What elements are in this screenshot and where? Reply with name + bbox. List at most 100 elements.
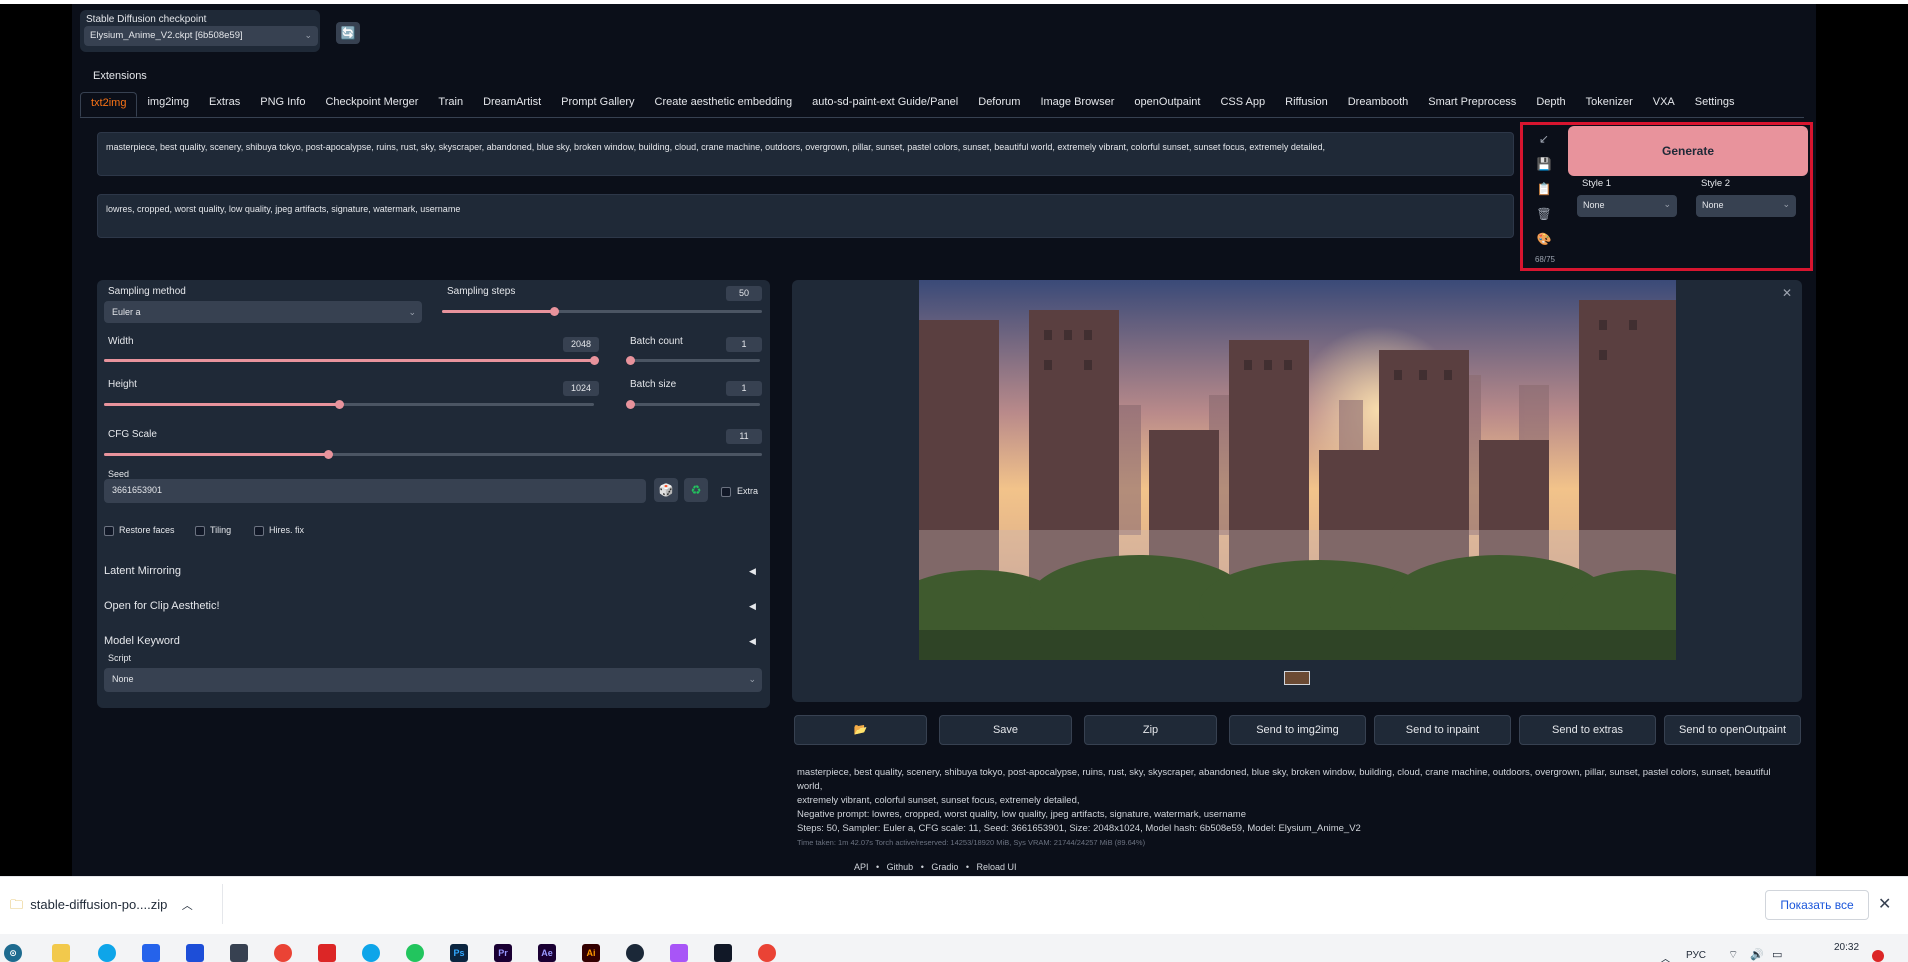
tab-txt2img[interactable]: txt2img bbox=[80, 92, 138, 117]
tab-image-browser[interactable]: Image Browser bbox=[1030, 92, 1124, 117]
seed-input[interactable]: 3661653901 bbox=[104, 479, 646, 503]
github-link[interactable]: Github bbox=[887, 862, 914, 872]
tab-prompt-gallery[interactable]: Prompt Gallery bbox=[551, 92, 644, 117]
image-thumbnail[interactable] bbox=[1284, 671, 1310, 685]
negative-prompt-input[interactable]: lowres, cropped, worst quality, low qual… bbox=[97, 194, 1514, 238]
close-image-icon[interactable]: ✕ bbox=[1782, 286, 1792, 300]
start-icon[interactable]: ⊙ bbox=[4, 944, 22, 962]
restore-faces-checkbox[interactable] bbox=[104, 526, 114, 536]
send-to-openoutpaint-button[interactable]: Send to openOutpaint bbox=[1664, 715, 1801, 745]
app-icon[interactable] bbox=[670, 944, 688, 962]
tab-dreambooth[interactable]: Dreambooth bbox=[1338, 92, 1419, 117]
sampling-steps-input[interactable]: 50 bbox=[726, 286, 762, 301]
height-input[interactable]: 1024 bbox=[563, 381, 599, 396]
width-input[interactable]: 2048 bbox=[563, 337, 599, 352]
reload-ui-link[interactable]: Reload UI bbox=[977, 862, 1017, 872]
generate-button[interactable]: Generate bbox=[1568, 126, 1808, 176]
model-keyword-accordion[interactable]: Model Keyword bbox=[104, 635, 180, 647]
calculator-icon[interactable] bbox=[186, 944, 204, 962]
batch-count-slider[interactable] bbox=[626, 356, 760, 365]
style2-dropdown[interactable]: None ⌄ bbox=[1696, 195, 1796, 217]
clock[interactable]: 20:32 bbox=[1834, 942, 1859, 953]
tab-checkpoint-merger[interactable]: Checkpoint Merger bbox=[315, 92, 428, 117]
send-to-img2img-button[interactable]: Send to img2img bbox=[1229, 715, 1366, 745]
zip-button[interactable]: Zip bbox=[1084, 715, 1217, 745]
tab-train[interactable]: Train bbox=[428, 92, 473, 117]
tab-vxa[interactable]: VXA bbox=[1643, 92, 1685, 117]
generation-info: masterpiece, best quality, scenery, shib… bbox=[797, 766, 1797, 850]
tab-create-aesthetic-embedding[interactable]: Create aesthetic embedding bbox=[645, 92, 803, 117]
tab-png-info[interactable]: PNG Info bbox=[250, 92, 315, 117]
file-explorer-icon[interactable] bbox=[52, 944, 70, 962]
script-value: None bbox=[112, 674, 134, 684]
height-slider[interactable] bbox=[104, 400, 594, 409]
gradio-link[interactable]: Gradio bbox=[931, 862, 958, 872]
tab-css-app[interactable]: CSS App bbox=[1210, 92, 1275, 117]
premiere-icon[interactable]: Pr bbox=[494, 944, 512, 962]
open-folder-button[interactable]: 📂 bbox=[794, 715, 927, 745]
close-download-bar-icon[interactable]: ✕ bbox=[1878, 894, 1891, 914]
chevron-up-icon[interactable]: ︿ bbox=[182, 900, 193, 912]
save-button[interactable]: Save bbox=[939, 715, 1072, 745]
notification-badge[interactable] bbox=[1872, 950, 1884, 962]
edge-icon[interactable] bbox=[98, 944, 116, 962]
checkpoint-dropdown[interactable]: Elysium_Anime_V2.ckpt [6b508e59] ⌄ bbox=[84, 26, 318, 46]
batch-count-input[interactable]: 1 bbox=[726, 337, 762, 352]
refresh-checkpoint-button[interactable]: 🔄 bbox=[336, 22, 360, 44]
width-slider[interactable] bbox=[104, 356, 599, 365]
generated-image[interactable] bbox=[919, 280, 1676, 660]
batch-size-input[interactable]: 1 bbox=[726, 381, 762, 396]
volume-icon[interactable]: 🔊 bbox=[1750, 948, 1764, 961]
clip-aesthetic-accordion[interactable]: Open for Clip Aesthetic! bbox=[104, 600, 220, 612]
sampling-method-dropdown[interactable]: Euler a ⌄ bbox=[104, 301, 422, 323]
steam-icon[interactable] bbox=[626, 944, 644, 962]
chrome-icon[interactable] bbox=[274, 944, 292, 962]
tab-riffusion[interactable]: Riffusion bbox=[1275, 92, 1338, 117]
telegram-icon[interactable] bbox=[362, 944, 380, 962]
battery-icon[interactable]: ▭ bbox=[1772, 948, 1782, 961]
prompt-input[interactable]: masterpiece, best quality, scenery, shib… bbox=[97, 132, 1514, 176]
sampling-steps-slider[interactable] bbox=[442, 307, 762, 316]
style1-dropdown[interactable]: None ⌄ bbox=[1577, 195, 1677, 217]
language-indicator[interactable]: РУС bbox=[1686, 950, 1706, 961]
tab-tokenizer[interactable]: Tokenizer bbox=[1576, 92, 1643, 117]
download-item[interactable]: 🗀 stable-diffusion-po....zip ︿ bbox=[10, 896, 193, 918]
cfg-scale-slider[interactable] bbox=[104, 450, 762, 459]
app-icon[interactable] bbox=[230, 944, 248, 962]
app-icon[interactable] bbox=[318, 944, 336, 962]
cfg-scale-input[interactable]: 11 bbox=[726, 429, 762, 444]
collapse-triangle-icon[interactable]: ◀ bbox=[749, 636, 756, 647]
wifi-icon[interactable]: ⌔ bbox=[1728, 948, 1738, 962]
show-all-button[interactable]: Показать все bbox=[1765, 890, 1869, 920]
tab-dreamartist[interactable]: DreamArtist bbox=[473, 92, 551, 117]
tray-chevron-icon[interactable]: ︿ bbox=[1660, 950, 1671, 962]
send-to-extras-button[interactable]: Send to extras bbox=[1519, 715, 1656, 745]
random-seed-button[interactable]: 🎲 bbox=[654, 478, 678, 502]
reuse-seed-button[interactable]: ♻ bbox=[684, 478, 708, 502]
terminal-icon[interactable] bbox=[714, 944, 732, 962]
collapse-triangle-icon[interactable]: ◀ bbox=[749, 566, 756, 577]
script-dropdown[interactable]: None ⌄ bbox=[104, 668, 762, 692]
latent-mirroring-accordion[interactable]: Latent Mirroring bbox=[104, 565, 181, 577]
app-icon[interactable] bbox=[142, 944, 160, 962]
send-to-inpaint-button[interactable]: Send to inpaint bbox=[1374, 715, 1511, 745]
tab-auto-sd-paint-ext-guide-panel[interactable]: auto-sd-paint-ext Guide/Panel bbox=[802, 92, 968, 117]
after-effects-icon[interactable]: Ae bbox=[538, 944, 556, 962]
photoshop-icon[interactable]: Ps bbox=[450, 944, 468, 962]
chrome-icon[interactable] bbox=[758, 944, 776, 962]
extra-checkbox[interactable] bbox=[721, 487, 731, 497]
tab-smart-preprocess[interactable]: Smart Preprocess bbox=[1418, 92, 1526, 117]
api-link[interactable]: API bbox=[854, 862, 869, 872]
hires-fix-checkbox[interactable] bbox=[254, 526, 264, 536]
whatsapp-icon[interactable] bbox=[406, 944, 424, 962]
tab-settings[interactable]: Settings bbox=[1685, 92, 1745, 117]
tab-openoutpaint[interactable]: openOutpaint bbox=[1124, 92, 1210, 117]
tab-img2img[interactable]: img2img bbox=[137, 92, 199, 117]
batch-size-slider[interactable] bbox=[626, 400, 760, 409]
tab-depth[interactable]: Depth bbox=[1526, 92, 1575, 117]
tab-extras[interactable]: Extras bbox=[199, 92, 250, 117]
tab-deforum[interactable]: Deforum bbox=[968, 92, 1030, 117]
illustrator-icon[interactable]: Ai bbox=[582, 944, 600, 962]
collapse-triangle-icon[interactable]: ◀ bbox=[749, 601, 756, 612]
tiling-checkbox[interactable] bbox=[195, 526, 205, 536]
